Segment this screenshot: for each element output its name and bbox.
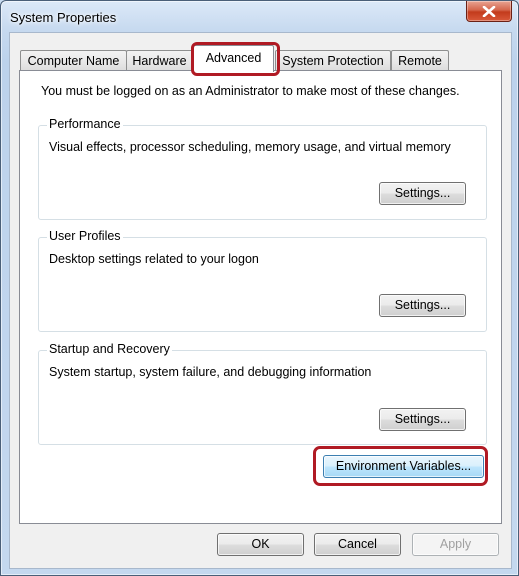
performance-group: Performance Visual effects, processor sc… bbox=[38, 117, 487, 220]
performance-description: Visual effects, processor scheduling, me… bbox=[49, 140, 451, 154]
system-properties-window: System Properties Computer Name Hardware… bbox=[0, 0, 519, 576]
close-button[interactable] bbox=[466, 1, 512, 22]
apply-button[interactable]: Apply bbox=[412, 533, 499, 556]
startup-recovery-description: System startup, system failure, and debu… bbox=[49, 365, 372, 379]
startup-recovery-group: Startup and Recovery System startup, sys… bbox=[38, 342, 487, 445]
user-profiles-settings-button[interactable]: Settings... bbox=[379, 294, 466, 317]
tab-remote[interactable]: Remote bbox=[391, 50, 449, 71]
admin-notice: You must be logged on as an Administrato… bbox=[41, 84, 460, 98]
advanced-tab-highlight bbox=[191, 42, 280, 76]
tab-computer-name[interactable]: Computer Name bbox=[20, 50, 127, 71]
user-profiles-title: User Profiles bbox=[47, 229, 123, 243]
cancel-button[interactable]: Cancel bbox=[314, 533, 401, 556]
ok-button[interactable]: OK bbox=[217, 533, 304, 556]
tab-system-protection[interactable]: System Protection bbox=[275, 50, 391, 71]
user-profiles-group: User Profiles Desktop settings related t… bbox=[38, 229, 487, 332]
tab-hardware[interactable]: Hardware bbox=[126, 50, 193, 71]
user-profiles-description: Desktop settings related to your logon bbox=[49, 252, 259, 266]
performance-title: Performance bbox=[47, 117, 123, 131]
environment-variables-highlight bbox=[313, 446, 488, 486]
startup-recovery-settings-button[interactable]: Settings... bbox=[379, 408, 466, 431]
window-title: System Properties bbox=[10, 10, 117, 25]
close-icon bbox=[482, 6, 496, 17]
startup-recovery-title: Startup and Recovery bbox=[47, 342, 172, 356]
performance-settings-button[interactable]: Settings... bbox=[379, 182, 466, 205]
dialog-client-area: Computer Name Hardware Advanced System P… bbox=[9, 32, 512, 569]
